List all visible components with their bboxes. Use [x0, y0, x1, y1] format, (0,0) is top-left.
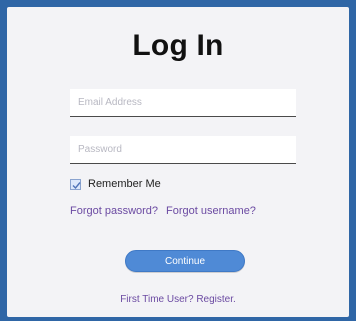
- forgot-password-link[interactable]: Forgot password?: [70, 205, 158, 217]
- check-icon: [72, 181, 81, 189]
- email-field-container: [70, 89, 312, 117]
- register-link[interactable]: First Time User? Register.: [120, 294, 236, 305]
- register-row: First Time User? Register.: [7, 294, 349, 305]
- continue-button[interactable]: Continue: [125, 250, 245, 272]
- remember-me-checkbox[interactable]: [70, 178, 81, 190]
- remember-me-row: Remember Me: [70, 178, 161, 190]
- recovery-links: Forgot password? Forgot username?: [70, 205, 256, 217]
- forgot-username-link[interactable]: Forgot username?: [166, 205, 256, 217]
- password-field-container: [70, 136, 312, 164]
- login-card: Log In Remember Me Forgot password? Forg…: [7, 7, 349, 317]
- page-title: Log In: [132, 29, 224, 62]
- email-input[interactable]: [70, 89, 312, 116]
- page-frame: Log In Remember Me Forgot password? Forg…: [0, 0, 356, 321]
- password-input[interactable]: [70, 136, 312, 163]
- remember-me-label[interactable]: Remember Me: [88, 178, 161, 190]
